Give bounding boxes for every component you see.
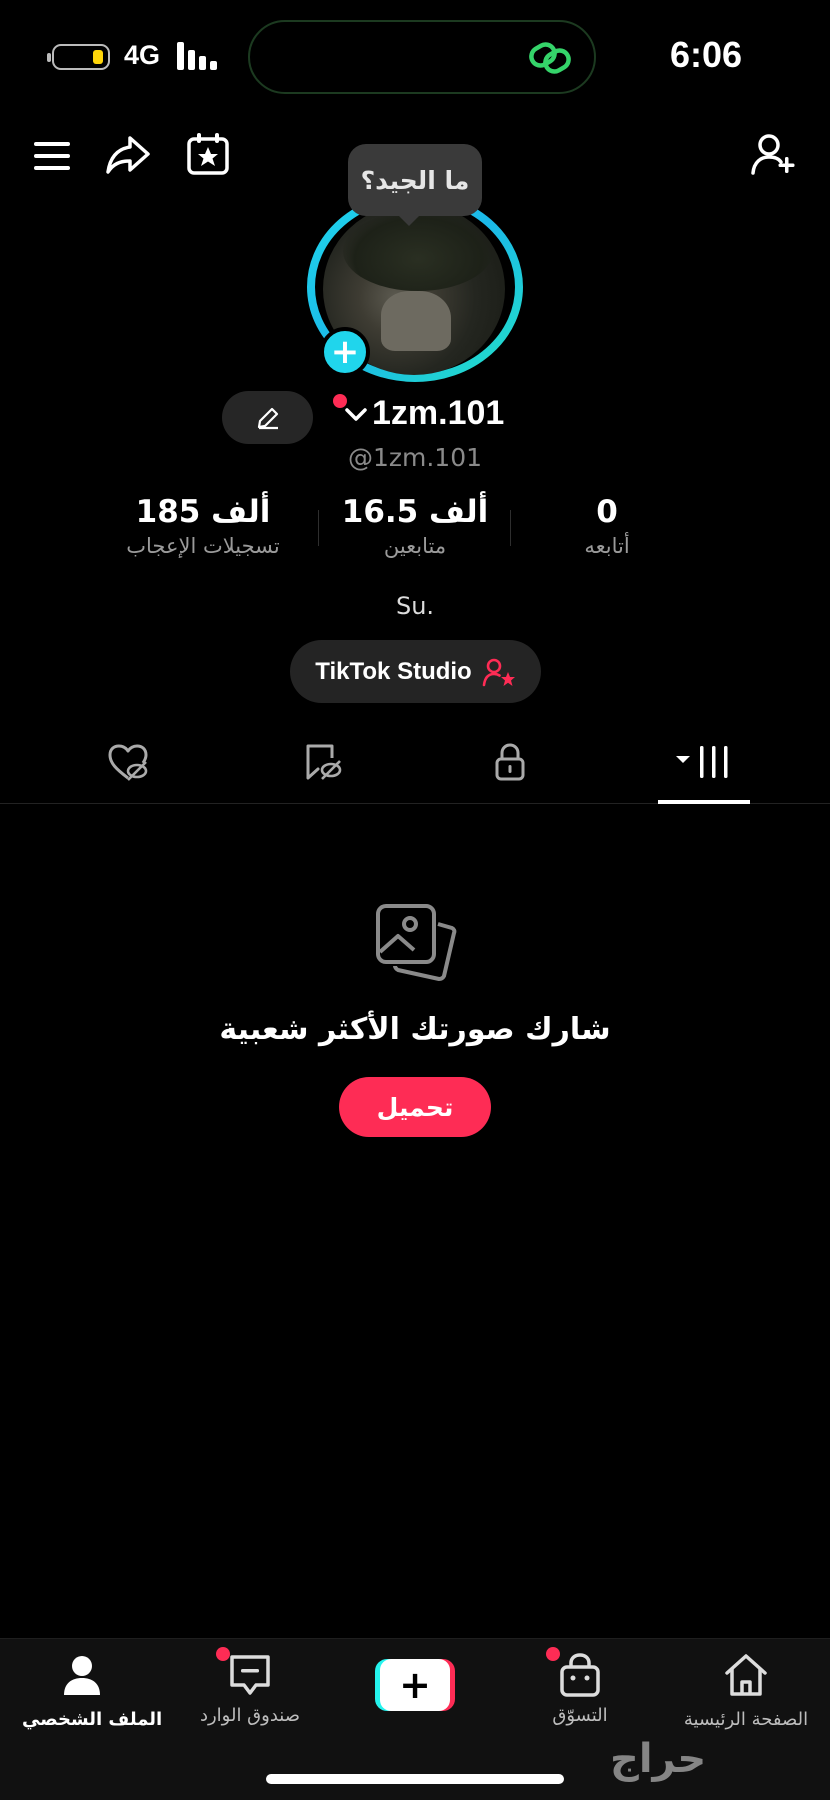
followers-label: متابعين [383, 534, 447, 558]
tab-videos[interactable] [654, 720, 754, 804]
nav-inbox-label: صندوق الوارد [199, 1705, 301, 1726]
pencil-icon [257, 407, 278, 429]
bookmark-hidden-icon [306, 744, 342, 780]
shop-notification-dot [546, 1647, 560, 1661]
display-name[interactable]: 1zm.101 [372, 394, 504, 433]
tiktok-studio-button[interactable]: TikTok Studio [290, 640, 541, 703]
nav-inbox[interactable]: صندوق الوارد [190, 1647, 310, 1726]
lock-icon [495, 743, 525, 781]
clock: 6:06 [669, 34, 742, 75]
home-icon [725, 1654, 767, 1696]
studio-label: TikTok Studio [315, 657, 472, 685]
followers-stat[interactable]: 16.5 ألف متابعين [320, 494, 510, 558]
upload-button[interactable]: تحميل [339, 1077, 491, 1137]
likes-label: تسجيلات الإعجاب [126, 534, 280, 558]
likes-stat[interactable]: 185 ألف تسجيلات الإعجاب [108, 494, 298, 558]
tab-private[interactable] [460, 720, 560, 804]
network-type: 4G [124, 40, 161, 70]
divider [318, 510, 319, 546]
bio[interactable]: Su. [0, 592, 830, 620]
menu-icon[interactable] [30, 132, 78, 180]
creator-star-icon [482, 658, 515, 686]
whats-good-tooltip[interactable]: ما الجيد؟ [348, 144, 482, 226]
inbox-icon [230, 1655, 270, 1695]
following-label: أتابعه [584, 534, 630, 558]
shopping-bag-icon [560, 1653, 600, 1697]
signal-icon [177, 42, 221, 70]
tab-favorites-hidden[interactable] [272, 720, 372, 804]
person-icon [64, 1656, 100, 1695]
battery-icon [47, 44, 110, 70]
tab-liked-hidden[interactable] [78, 720, 178, 804]
heart-hidden-icon [108, 744, 148, 781]
add-story-button[interactable]: + [320, 327, 370, 377]
nav-shop-label: التسوّق [552, 1705, 608, 1726]
plus-icon: + [380, 1659, 450, 1711]
link-icon [529, 42, 571, 74]
add-user-icon[interactable] [750, 130, 798, 178]
username-handle: @1zm.101 [347, 443, 483, 472]
likes-count: 185 ألف [135, 494, 271, 530]
following-stat[interactable]: 0 أتابعه [512, 494, 702, 558]
inbox-notification-dot [216, 1647, 230, 1661]
haraj-watermark: حراج [610, 1736, 707, 1782]
dynamic-island [248, 20, 596, 94]
nav-profile[interactable]: الملف الشخصي [22, 1651, 163, 1730]
home-indicator[interactable] [266, 1774, 564, 1784]
status-bar: 4G 6:06 [0, 0, 830, 115]
divider [510, 510, 511, 546]
followers-count: 16.5 ألف [341, 494, 489, 530]
nav-profile-label: الملف الشخصي [22, 1709, 163, 1730]
nav-home[interactable]: الصفحة الرئيسية [676, 1651, 816, 1730]
chevron-down-icon[interactable] [344, 404, 368, 424]
image-icon [376, 904, 457, 981]
edit-profile-button[interactable] [222, 391, 313, 444]
nav-home-label: الصفحة الرئيسية [683, 1709, 809, 1730]
share-icon[interactable] [104, 130, 152, 178]
profile-tabs [0, 720, 830, 804]
empty-state-title: شارك صورتك الأكثر شعبية [219, 1012, 611, 1047]
create-button[interactable]: + [375, 1659, 455, 1711]
grid-dropdown-icon [676, 746, 728, 778]
calendar-star-icon[interactable] [184, 130, 232, 178]
nav-shop[interactable]: التسوّق [520, 1647, 640, 1726]
following-count: 0 [596, 494, 618, 530]
